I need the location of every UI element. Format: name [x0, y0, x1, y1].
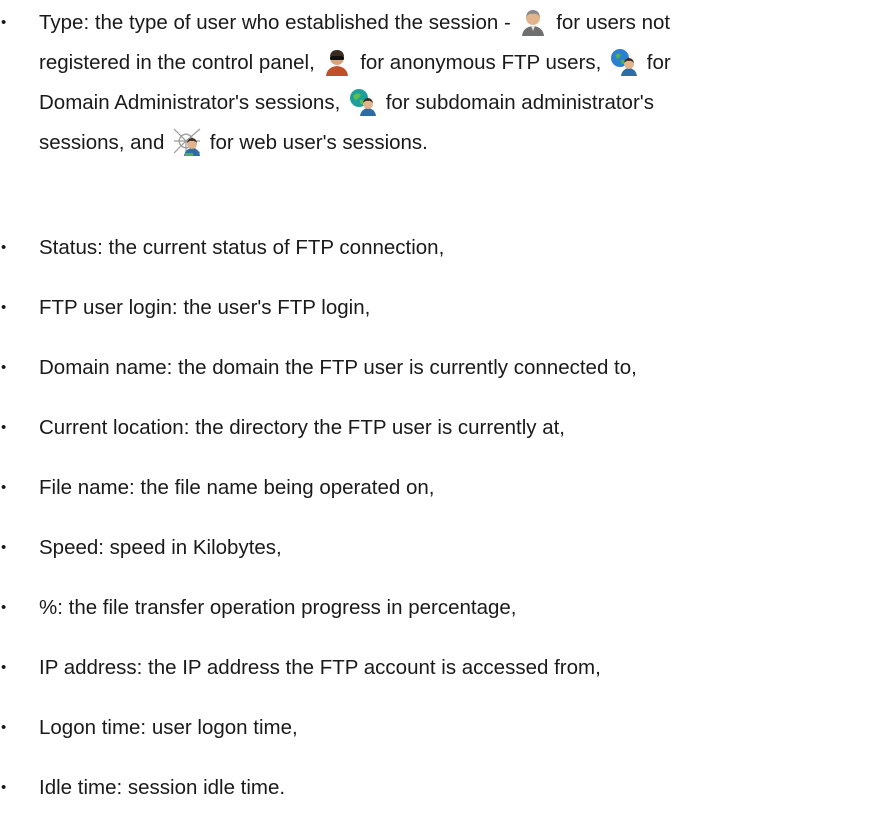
list-item-text: Logon time: user logon time,: [39, 716, 298, 739]
type-text-1: Type: the type of user who established t…: [39, 11, 511, 34]
type-text-6: Domain Administrator's sessions,: [39, 91, 341, 114]
web-user-icon: [172, 127, 202, 157]
type-text-5: for: [646, 51, 671, 74]
type-text-4: for anonymous FTP users,: [360, 51, 602, 74]
document-page: • Type: the type of user who established…: [0, 0, 883, 826]
text-line: Domain Administrator's sessions, for sub…: [39, 83, 881, 123]
list-item-text: Current location: the directory the FTP …: [39, 416, 566, 439]
domain-administrator-icon: [609, 47, 639, 77]
bullet: •: [1, 14, 7, 31]
list-item-text: Type: the type of user who established t…: [39, 3, 881, 163]
subdomain-administrator-icon: [348, 87, 378, 117]
text-line: Type: the type of user who established t…: [39, 3, 881, 43]
bullet: •: [1, 719, 7, 736]
bullet: •: [1, 239, 7, 256]
type-text-8: sessions, and: [39, 131, 165, 154]
type-text-7: for subdomain administrator's: [385, 91, 654, 114]
unregistered-user-icon: [518, 7, 548, 37]
bullet: •: [1, 539, 7, 556]
bullet: •: [1, 659, 7, 676]
list-item-text: File name: the file name being operated …: [39, 476, 435, 499]
text-line: sessions, and for web user's sessions.: [39, 123, 881, 163]
bullet: •: [1, 779, 7, 796]
list-item-text: Domain name: the domain the FTP user is …: [39, 356, 637, 379]
bullet: •: [1, 479, 7, 496]
type-text-3: registered in the control panel,: [39, 51, 315, 74]
list-item-text: %: the file transfer operation progress …: [39, 596, 517, 619]
bullet: •: [1, 599, 7, 616]
list-item-text: IP address: the IP address the FTP accou…: [39, 656, 601, 679]
list-item-text: FTP user login: the user's FTP login,: [39, 296, 371, 319]
type-text-9: for web user's sessions.: [209, 131, 428, 154]
bullet: •: [1, 419, 7, 436]
bullet: •: [1, 359, 7, 376]
list-item-text: Speed: speed in Kilobytes,: [39, 536, 282, 559]
list-item-text: Idle time: session idle time.: [39, 776, 286, 799]
bullet: •: [1, 299, 7, 316]
text-line: registered in the control panel, for ano…: [39, 43, 881, 83]
anonymous-ftp-user-icon: [322, 47, 352, 77]
type-text-2: for users not: [556, 11, 671, 34]
list-item-text: Status: the current status of FTP connec…: [39, 236, 445, 259]
